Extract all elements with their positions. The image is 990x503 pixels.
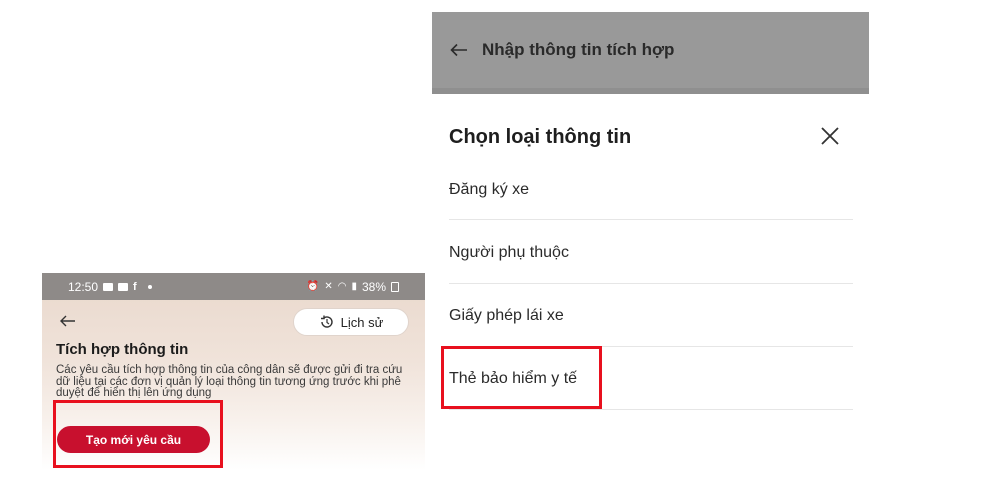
history-icon: [320, 315, 333, 328]
sheet-title: Chọn loại thông tin: [449, 126, 632, 148]
gallery-icon: [103, 282, 114, 291]
back-button[interactable]: [56, 309, 80, 333]
status-time: 12:50: [68, 279, 99, 294]
option-label: Đăng ký xe: [449, 180, 530, 198]
page-title: Tích hợp thông tin: [56, 341, 189, 358]
arrow-left-icon[interactable]: [450, 43, 468, 57]
mute-icon: ✕: [324, 281, 333, 292]
battery-percent: 38%: [361, 279, 386, 294]
highlight-box-health-insurance: [441, 346, 602, 409]
battery-icon: [391, 281, 399, 292]
message-icon: [118, 282, 129, 291]
facebook-icon: f: [133, 280, 137, 293]
close-icon: [821, 127, 839, 145]
header-divider: [432, 88, 869, 94]
wifi-icon: ◠: [337, 281, 347, 292]
alarm-icon: ⏰: [306, 281, 320, 292]
option-driving-license[interactable]: Giấy phép lái xe: [449, 285, 853, 347]
header-title: Nhập thông tin tích hợp: [482, 40, 675, 59]
arrow-left-icon: [60, 315, 75, 327]
history-button[interactable]: Lịch sử: [293, 308, 409, 336]
status-bar: 12:50 f ⏰ ✕ ◠ ▮ 38%: [42, 273, 425, 300]
close-button[interactable]: [817, 123, 843, 149]
highlight-box-create-request: [53, 400, 223, 468]
option-label: Người phụ thuộc: [449, 243, 569, 261]
notification-dot-icon: [147, 284, 152, 289]
signal-icon: ▮: [351, 281, 357, 292]
option-dependents[interactable]: Người phụ thuộc: [449, 222, 853, 284]
page-description: Các yêu cầu tích hợp thông tin của công …: [56, 364, 403, 399]
app-header: Nhập thông tin tích hợp: [432, 12, 869, 88]
option-label: Giấy phép lái xe: [449, 306, 564, 324]
history-button-label: Lịch sử: [340, 314, 384, 330]
option-vehicle-registration[interactable]: Đăng ký xe: [449, 160, 853, 220]
